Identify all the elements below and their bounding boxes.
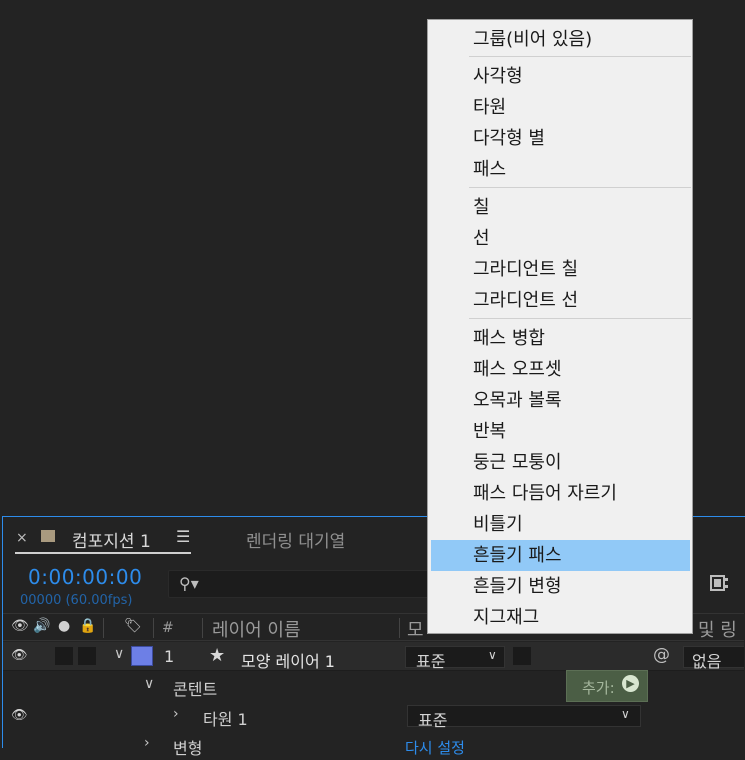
- tab-composition[interactable]: 컴포지션 1: [72, 527, 151, 552]
- menu-item[interactable]: 사각형: [429, 61, 691, 92]
- tab-render-queue[interactable]: 렌더링 대기열: [246, 527, 345, 552]
- lock-icon[interactable]: 🔒: [79, 618, 96, 634]
- parent-value: 없음: [692, 652, 722, 671]
- ellipse-group-row[interactable]: 👁 › 타원 1 표준 ∨: [3, 702, 744, 731]
- layer-row[interactable]: 👁 ∨ 1 ★ 모양 레이어 1 표준 ∨ @ 없음: [3, 642, 744, 671]
- column-divider: [399, 618, 400, 638]
- active-tab-underline: [15, 552, 191, 554]
- blend-mode-value: 표준: [416, 652, 446, 671]
- menu-item[interactable]: 다각형 별: [429, 123, 691, 154]
- transform-row[interactable]: › 변형 다시 설정: [3, 731, 744, 760]
- composition-flowchart-icon[interactable]: [709, 573, 729, 593]
- blend-mode-value: 표준: [418, 711, 448, 730]
- visibility-eye-icon[interactable]: 👁: [11, 648, 28, 663]
- comp-color-swatch: [41, 530, 55, 542]
- column-divider: [202, 618, 203, 638]
- visibility-eye-icon[interactable]: 👁: [11, 708, 28, 723]
- ellipse-name[interactable]: 타원 1: [203, 706, 248, 730]
- menu-item[interactable]: 패스 병합: [429, 323, 691, 354]
- tab-close-icon[interactable]: ×: [16, 530, 28, 546]
- menu-item[interactable]: 지그재그: [429, 602, 691, 633]
- transform-label: 변형: [173, 739, 203, 758]
- add-play-icon: ▶: [622, 675, 639, 692]
- menu-item[interactable]: 비틀기: [429, 509, 691, 540]
- shape-layer-star-icon: ★: [209, 645, 226, 666]
- menu-item[interactable]: 칠: [429, 192, 691, 223]
- chevron-down-icon: ∨: [488, 648, 497, 662]
- menu-item[interactable]: 흔들기 변형: [429, 571, 691, 602]
- frame-rate-readout: 00000 (60.00fps): [20, 593, 133, 608]
- menu-separator: [469, 318, 691, 319]
- menu-separator: [469, 56, 691, 57]
- menu-item[interactable]: 그라디언트 칠: [429, 254, 691, 285]
- search-icon: ⚲▾: [179, 574, 199, 593]
- add-button[interactable]: 추가: ▶: [566, 670, 648, 702]
- add-shape-context-menu: 그룹(비어 있음) 사각형 타원 다각형 별 패스칠 선 그라디언트 칠 그라디언트 선패스 …: [427, 19, 693, 634]
- menu-item[interactable]: 패스 오프셋: [429, 354, 691, 385]
- column-layer-name-header[interactable]: 레이어 이름: [212, 616, 301, 642]
- menu-item[interactable]: 그라디언트 선: [429, 285, 691, 316]
- expand-chevron-right-icon[interactable]: ›: [144, 735, 150, 751]
- contents-label: 콘텐트: [173, 680, 218, 699]
- menu-item[interactable]: 오목과 볼록: [429, 385, 691, 416]
- solo-dot-icon[interactable]: ●: [58, 618, 70, 634]
- tab-menu-icon[interactable]: ☰: [176, 527, 190, 546]
- expand-chevron-icon[interactable]: ∨: [144, 676, 154, 692]
- column-mode-header[interactable]: 모: [407, 616, 424, 642]
- menu-item[interactable]: 선: [429, 223, 691, 254]
- parent-pickwhip-icon[interactable]: @: [653, 645, 670, 665]
- video-eye-icon[interactable]: 👁: [11, 618, 29, 634]
- blend-mode-dropdown[interactable]: 표준 ∨: [405, 646, 505, 671]
- menu-item[interactable]: 패스: [429, 154, 691, 185]
- add-label: 추가:: [582, 679, 615, 697]
- menu-separator: [469, 187, 691, 188]
- label-tag-icon[interactable]: 🏷: [124, 618, 142, 634]
- menu-item[interactable]: 타원: [429, 92, 691, 123]
- layer-label-color[interactable]: [131, 646, 153, 666]
- column-divider: [153, 618, 154, 638]
- solo-toggle[interactable]: [55, 647, 73, 665]
- expand-chevron-icon[interactable]: ∨: [114, 646, 124, 662]
- layer-name[interactable]: 모양 레이어 1: [241, 648, 335, 672]
- menu-item[interactable]: 둥근 모퉁이: [429, 447, 691, 478]
- blend-mode-dropdown[interactable]: 표준 ∨: [407, 705, 641, 730]
- current-timecode[interactable]: 0:00:00:00: [28, 565, 142, 589]
- layer-search-input[interactable]: ⚲▾: [168, 570, 438, 598]
- column-parent-header[interactable]: 및 링: [698, 616, 737, 642]
- menu-item[interactable]: 반복: [429, 416, 691, 447]
- column-divider: [103, 618, 104, 638]
- menu-item[interactable]: 그룹(비어 있음): [429, 24, 691, 55]
- chevron-down-icon: ∨: [621, 707, 630, 721]
- expand-chevron-right-icon[interactable]: ›: [173, 706, 179, 722]
- column-index-header: #: [162, 620, 174, 636]
- layer-index: 1: [164, 647, 175, 666]
- menu-item[interactable]: 패스 다듬어 자르기: [429, 478, 691, 509]
- lock-toggle[interactable]: [78, 647, 96, 665]
- track-matte-toggle[interactable]: [513, 647, 531, 665]
- menu-item[interactable]: 흔들기 패스: [431, 540, 690, 571]
- parent-dropdown[interactable]: 없음: [683, 646, 744, 671]
- audio-speaker-icon[interactable]: 🔊: [33, 618, 50, 634]
